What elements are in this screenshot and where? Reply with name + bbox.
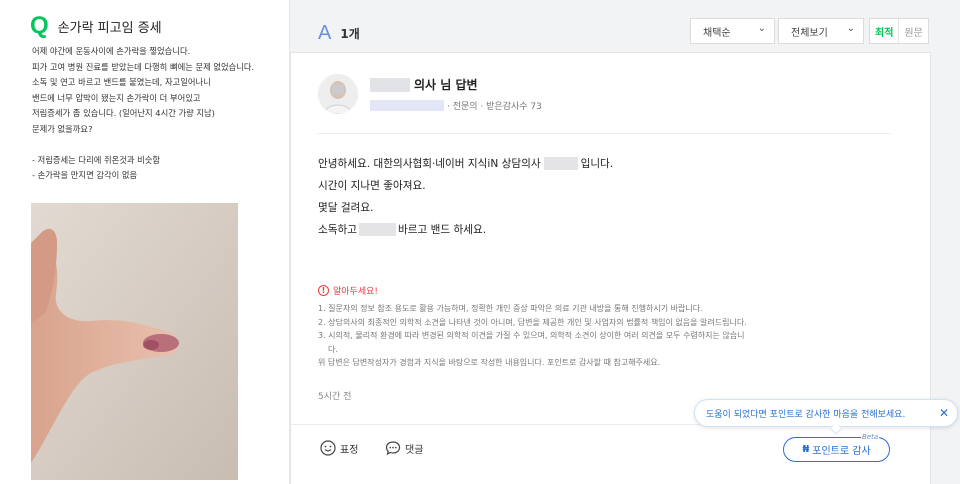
sort-best-button[interactable]: 최적 bbox=[870, 19, 900, 43]
comment-icon bbox=[385, 441, 401, 456]
answerer-meta: · 전문의 · 받은감사수 73 bbox=[447, 102, 542, 112]
smile-icon bbox=[320, 440, 336, 456]
points-button-label: 포인트로 감사 bbox=[812, 446, 871, 457]
notice-item: 3. 시의적, 물리적 환경에 따라 변경된 의학적 이견을 가질 수 있으며,… bbox=[318, 331, 745, 341]
question-body: 어제 야간에 운동사이에 손가락을 찧었습니다. 피가 고여 병원 진료를 받았… bbox=[32, 46, 255, 180]
tooltip-text: 도움이 되었다면 포인트로 감사한 마음을 전해보세요. bbox=[706, 409, 906, 420]
close-icon[interactable]: ✕ bbox=[939, 406, 949, 420]
comment-button[interactable]: 댓글 bbox=[385, 440, 423, 456]
notice-item: 다. bbox=[328, 344, 338, 354]
blurred-org bbox=[370, 100, 444, 111]
filter-select-adopted-label: 채택순 bbox=[703, 27, 731, 39]
question-photo[interactable] bbox=[31, 203, 238, 480]
chevron-down-icon: ⌄ bbox=[757, 23, 766, 34]
blurred-text bbox=[359, 222, 396, 236]
blurred-name bbox=[370, 78, 410, 92]
avatar[interactable] bbox=[318, 74, 358, 114]
naver-points-icon: ₦ bbox=[802, 444, 810, 455]
answer-text: 안녕하세요. 대한의사협회·네이버 지식iN 상담의사 bbox=[318, 157, 541, 170]
answerer-name[interactable]: 의사 님 답변 bbox=[414, 76, 478, 93]
comment-label: 댓글 bbox=[405, 444, 424, 456]
answer-line: 소독하고 바르고 밴드 하세요. bbox=[318, 218, 613, 240]
points-tooltip: 도움이 되었다면 포인트로 감사한 마음을 전해보세요. ✕ bbox=[694, 399, 958, 427]
chevron-down-icon: ⌄ bbox=[846, 23, 855, 34]
answer-count-label: 1개 bbox=[340, 27, 360, 41]
notice-item: 위 답변은 답변작성자가 경험과 지식을 바탕으로 작성한 내용입니다. 포인트… bbox=[318, 358, 661, 368]
answer-timestamp: 5시간 전 bbox=[318, 392, 352, 402]
emotion-label: 표정 bbox=[340, 444, 359, 456]
blurred-text bbox=[543, 156, 578, 170]
question-panel: Q 손가락 피고임 증세 어제 야간에 운동사이에 손가락을 찧었습니다. 피가… bbox=[0, 0, 290, 484]
notice-item: 2. 상담의사의 최종적인 의학적 소견을 나타낸 것이 아니며, 답변을 제공… bbox=[318, 317, 747, 327]
answer-line: 몇달 걸려요. bbox=[318, 201, 374, 214]
emotion-button[interactable]: 표정 bbox=[320, 440, 358, 456]
filter-select-view-label: 전체보기 bbox=[791, 27, 828, 39]
divider bbox=[318, 133, 890, 134]
answer-line: 안녕하세요. 대한의사협회·네이버 지식iN 상담의사 입니다. bbox=[318, 152, 613, 174]
notice-item: 1. 질문자의 정보 참조 용도로 활용 가능하며, 정확한 개인 증상 파악은… bbox=[318, 304, 703, 313]
warning-icon: ! bbox=[318, 285, 329, 296]
answer-text: 바르고 밴드 하세요. bbox=[398, 223, 487, 236]
question-header: Q 손가락 피고임 증세 bbox=[30, 14, 162, 38]
sort-toggle: 최적 원문 bbox=[869, 18, 929, 44]
filter-select-adopted[interactable]: 채택순 ⌄ bbox=[690, 18, 775, 44]
notice-body: 1. 질문자의 정보 참조 용도로 활용 가능하며, 정확한 개인 증상 파악은… bbox=[318, 302, 890, 370]
answer-count: A 1개 bbox=[318, 22, 360, 45]
answer-line: 시간이 지나면 좋아져요. bbox=[318, 179, 426, 192]
notice-header: ! 알아두세요! bbox=[318, 284, 378, 297]
question-q-icon: Q bbox=[30, 12, 49, 39]
notice-title: 알아두세요! bbox=[333, 287, 379, 297]
beta-badge: Beta bbox=[861, 433, 880, 441]
sort-original-button[interactable]: 원문 bbox=[899, 19, 927, 43]
answer-text: 입니다. bbox=[580, 157, 614, 170]
answer-text: 소독하고 bbox=[318, 223, 357, 236]
answer-a-icon: A bbox=[318, 22, 332, 44]
question-title: 손가락 피고임 증세 bbox=[57, 20, 162, 36]
answer-body: 안녕하세요. 대한의사협회·네이버 지식iN 상담의사 입니다. 시간이 지나면… bbox=[318, 152, 613, 240]
filter-select-view[interactable]: 전체보기 ⌄ bbox=[778, 18, 864, 44]
